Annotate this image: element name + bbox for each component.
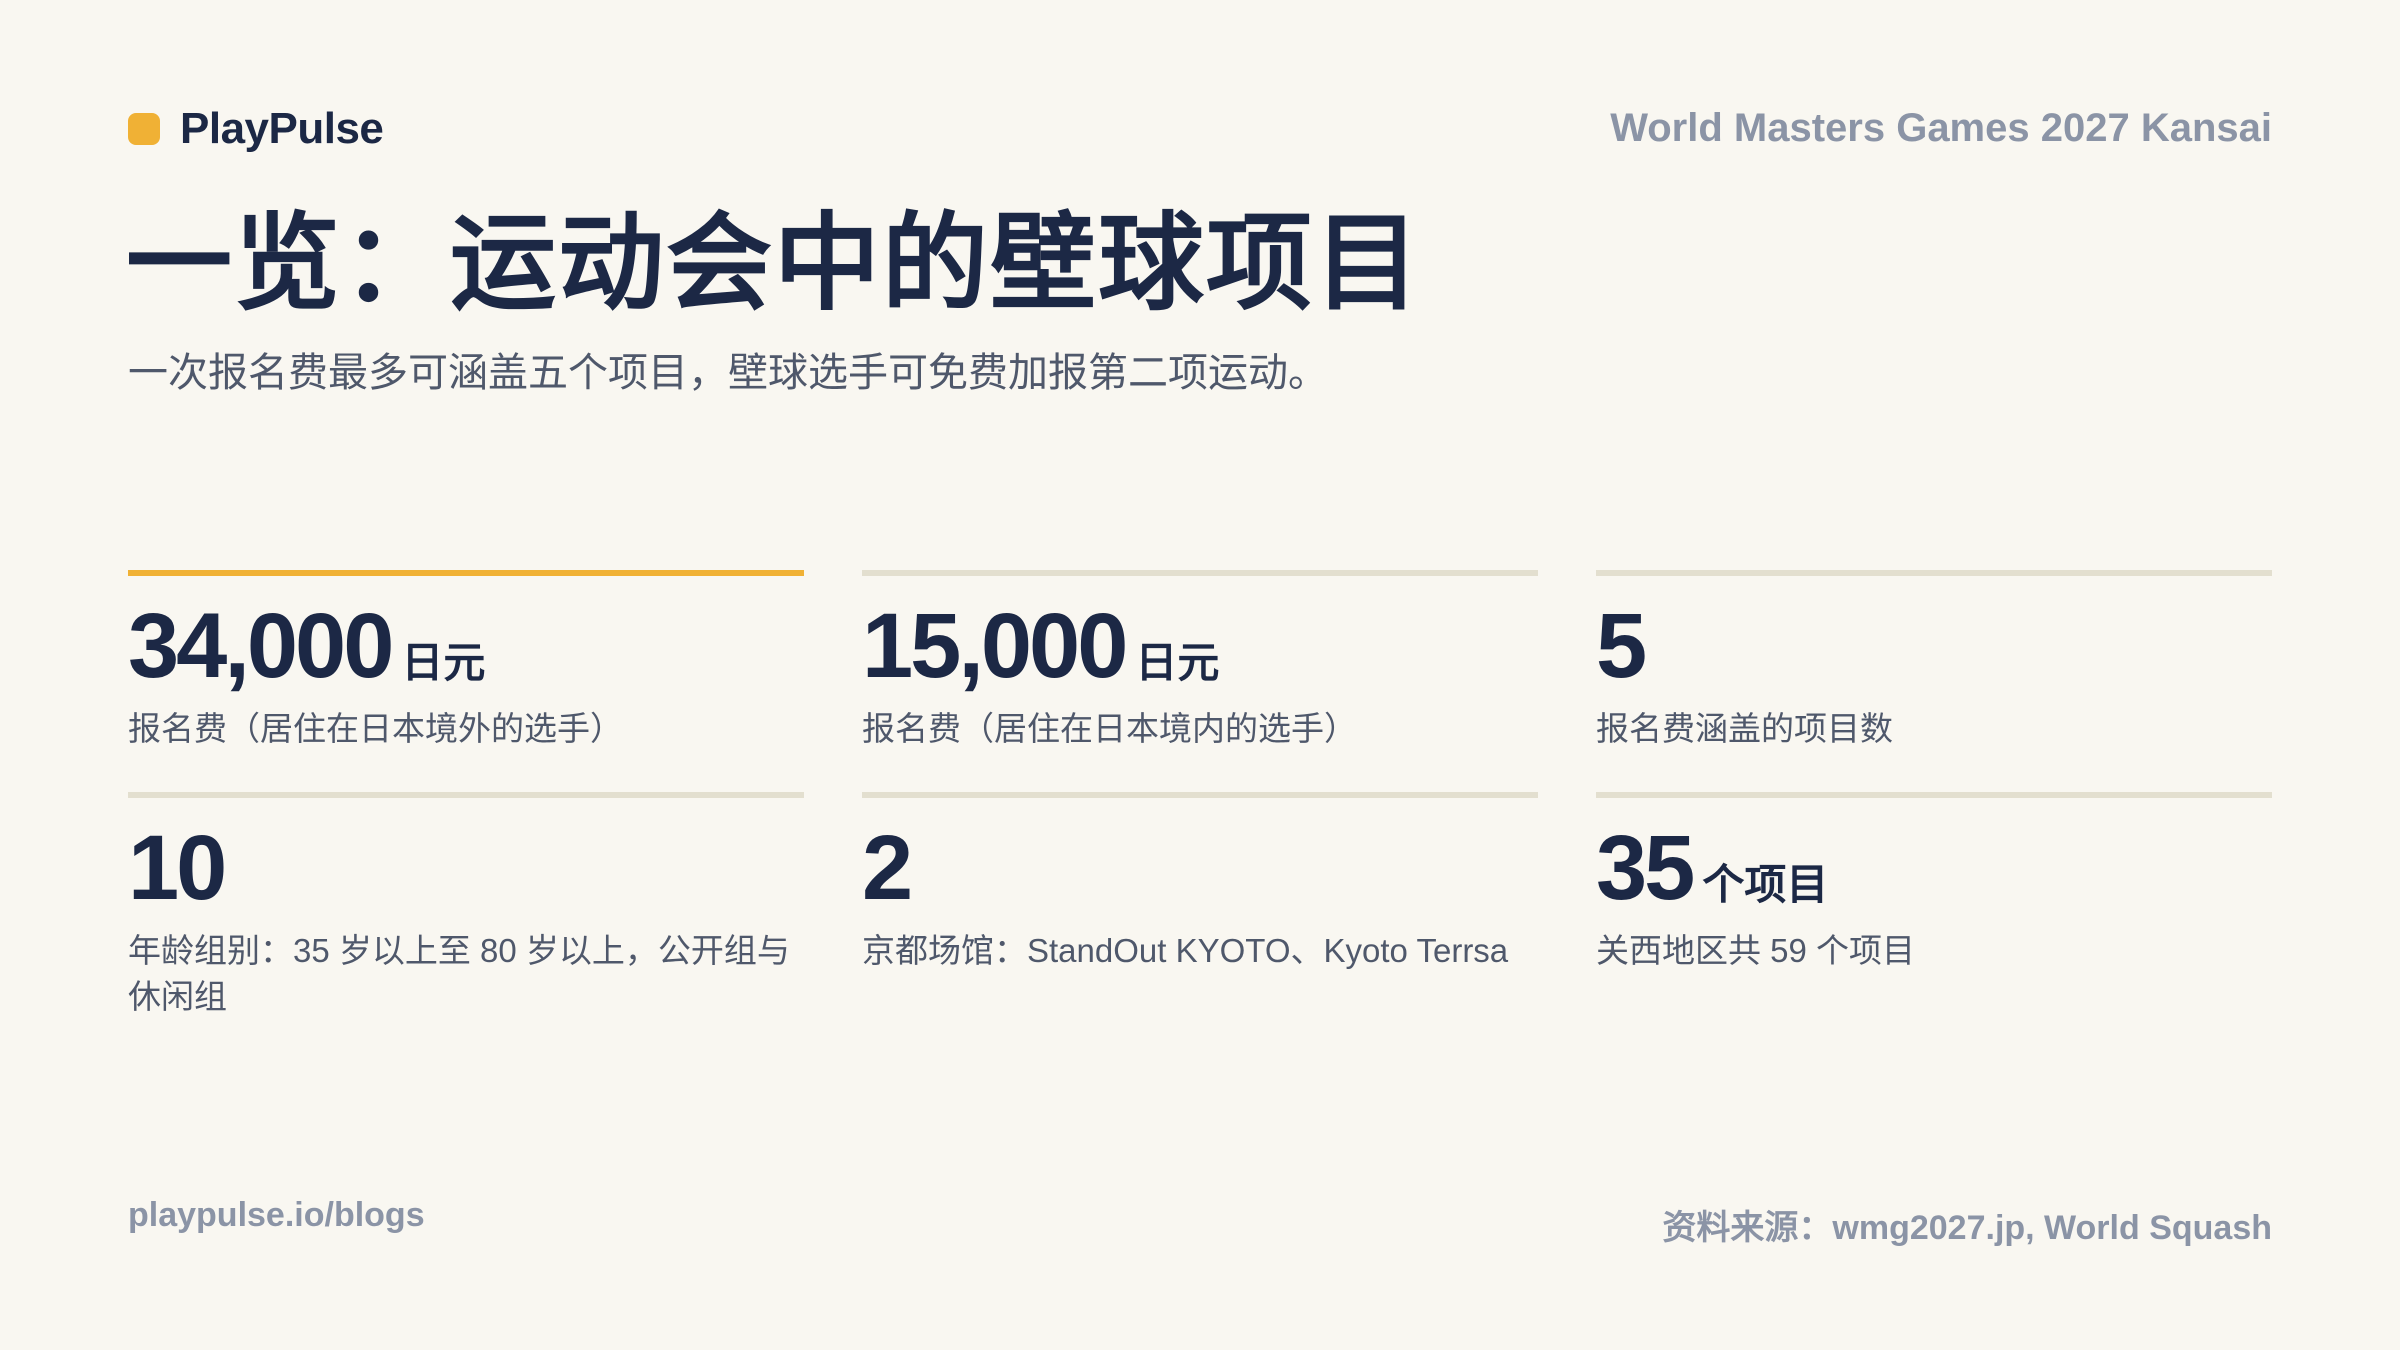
stat-value-line: 10 — [128, 822, 804, 918]
stat-value-line: 34,000 日元 — [128, 600, 804, 696]
footer-source: 资料来源：wmg2027.jp, World Squash — [1662, 1209, 2272, 1247]
stat-label: 报名费涵盖的项目数 — [1596, 710, 1893, 747]
stat-card-venues: 2 京都场馆：StandOut KYOTO、Kyoto Terrsa — [862, 792, 1538, 1019]
brand-logo-icon — [128, 113, 160, 145]
stat-value-line: 15,000 日元 — [862, 600, 1538, 696]
stat-value: 10 — [128, 817, 227, 919]
stat-value-line: 5 — [1596, 600, 2272, 696]
stat-card-overseas-fee: 34,000 日元 报名费（居住在日本境外的选手） — [128, 570, 804, 792]
event-name: World Masters Games 2027 Kansai — [1610, 106, 2272, 150]
stat-label: 报名费（居住在日本境外的选手） — [128, 710, 623, 747]
stat-label: 年龄组别：35 岁以上至 80 岁以上，公开组与休闲组 — [128, 932, 790, 1015]
footer-url[interactable]: playpulse.io/blogs — [128, 1196, 425, 1235]
page-subtitle: 一次报名费最多可涵盖五个项目，壁球选手可免费加报第二项运动。 — [128, 351, 1328, 395]
stat-value: 35 — [1596, 817, 1695, 919]
stat-unit: 日元 — [401, 639, 486, 686]
stat-label: 京都场馆：StandOut KYOTO、Kyoto Terrsa — [862, 932, 1509, 969]
stat-value: 5 — [1596, 595, 1647, 697]
stat-value-line: 2 — [862, 822, 1538, 918]
stat-unit: 日元 — [1135, 639, 1220, 686]
stat-value: 34,000 — [128, 595, 394, 697]
page-title: 一览：运动会中的壁球项目 — [126, 205, 1422, 323]
brand-name: PlayPulse — [180, 104, 384, 153]
stat-card-domestic-fee: 15,000 日元 报名费（居住在日本境内的选手） — [862, 570, 1538, 792]
stats-grid: 34,000 日元 报名费（居住在日本境外的选手） 15,000 日元 报名费（… — [128, 570, 2272, 1019]
stat-label: 报名费（居住在日本境内的选手） — [862, 710, 1357, 747]
stat-value: 15,000 — [862, 595, 1128, 697]
stat-card-sports-count: 5 报名费涵盖的项目数 — [1596, 570, 2272, 792]
brand-header: PlayPulse — [128, 104, 384, 154]
stat-card-events: 35 个项目 关西地区共 59 个项目 — [1596, 792, 2272, 1019]
stat-label: 关西地区共 59 个项目 — [1596, 932, 1916, 969]
stat-card-age-groups: 10 年龄组别：35 岁以上至 80 岁以上，公开组与休闲组 — [128, 792, 804, 1019]
stat-value-line: 35 个项目 — [1596, 822, 2272, 918]
stat-unit: 个项目 — [1702, 861, 1829, 908]
stat-value: 2 — [862, 817, 913, 919]
